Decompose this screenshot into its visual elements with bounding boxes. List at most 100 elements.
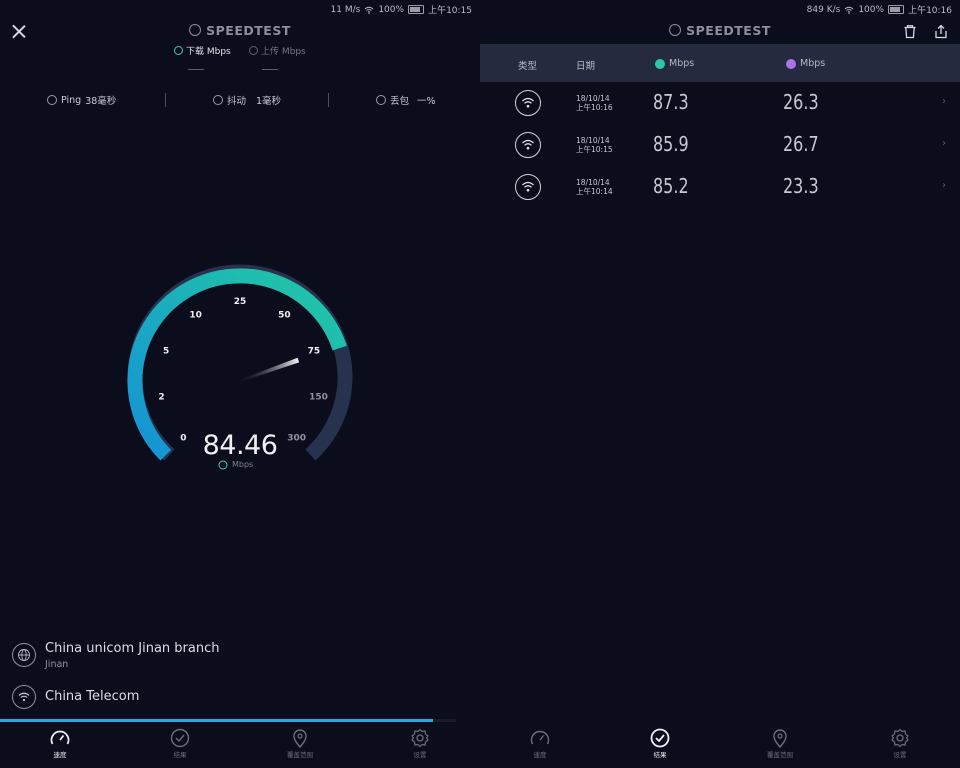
test-progress-fill — [0, 719, 434, 722]
bottom-nav: 速度 结果 覆盖范围 设置 — [0, 724, 480, 768]
nav-speed[interactable]: 速度 — [510, 724, 570, 759]
chevron-right-icon: › — [942, 138, 946, 149]
check-circle-icon — [170, 728, 190, 748]
gauge-tick-label: 75 — [308, 346, 321, 356]
download-value-placeholder — [188, 69, 204, 70]
tab-upload[interactable]: 上传 Mbps — [249, 44, 306, 57]
wifi-icon — [515, 90, 541, 116]
result-row[interactable]: 18/10/14 上午10:15 85.9 26.7 › — [480, 124, 960, 166]
col-download-label: Mbps — [669, 58, 695, 69]
ping-icon — [47, 95, 57, 105]
gear-icon — [411, 728, 429, 748]
server-selector[interactable]: China unicom Jinan branch Jinan — [12, 641, 219, 670]
ping-value: 38毫秒 — [85, 96, 117, 107]
nav-coverage-label: 覆盖范围 — [767, 751, 793, 759]
battery-icon — [888, 5, 905, 14]
result-date-time: 上午10:16 — [576, 103, 613, 112]
result-date: 18/10/14 上午10:14 — [576, 178, 613, 196]
gauge-speed-value: 84.46 — [203, 430, 278, 461]
nav-coverage[interactable]: 覆盖范围 — [750, 724, 810, 759]
result-upload: 26.7 — [783, 132, 819, 156]
speed-test-screen: 11 M/s 100% 上午10:15 SPEEDTEST 下载 Mbps 上传… — [0, 0, 480, 768]
battery-percent: 100% — [858, 4, 885, 15]
gauge-tick-label: 0 — [180, 434, 186, 444]
nav-settings[interactable]: 设置 — [390, 724, 450, 759]
jitter-icon — [213, 95, 223, 105]
nav-speed-label: 速度 — [533, 751, 547, 759]
share-icon[interactable] — [934, 24, 948, 39]
wifi-icon — [515, 174, 541, 200]
gear-icon — [891, 728, 909, 748]
upload-arrow-icon — [786, 58, 796, 69]
wifi-status-icon — [845, 6, 854, 14]
result-date-time: 上午10:15 — [576, 145, 613, 154]
nav-results-label: 结果 — [653, 751, 667, 759]
provider-name: China Telecom — [45, 689, 140, 704]
network-speed: 849 K/s — [806, 4, 841, 15]
network-speed: 11 M/s — [330, 4, 361, 15]
speed-gauge: 02510255075150300 84.46 Mbps — [127, 264, 353, 470]
gauge-tick-label: 150 — [309, 393, 328, 403]
col-type[interactable]: 类型 — [518, 58, 537, 72]
speedometer-icon — [530, 730, 550, 745]
nav-results[interactable]: 结果 — [150, 724, 210, 759]
nav-results[interactable]: 结果 — [630, 724, 690, 759]
packet-loss-metric: 丢包 一% — [376, 93, 436, 107]
nav-coverage-label: 覆盖范围 — [287, 751, 313, 759]
jitter-metric: 抖动 1毫秒 — [213, 93, 281, 107]
nav-speed[interactable]: 速度 — [30, 724, 90, 759]
tab-download[interactable]: 下载 Mbps — [174, 44, 231, 57]
packet-loss-icon — [376, 95, 386, 105]
divider — [165, 93, 166, 107]
server-city: Jinan — [45, 659, 69, 670]
result-row[interactable]: 18/10/14 上午10:14 85.2 23.3 › — [480, 166, 960, 208]
gauge-needle — [232, 357, 300, 385]
col-date[interactable]: 日期 — [576, 58, 595, 72]
trash-icon[interactable] — [903, 24, 917, 39]
gauge-tick-label: 25 — [234, 297, 247, 307]
col-download[interactable]: Mbps — [655, 58, 694, 69]
result-date: 18/10/14 上午10:15 — [576, 136, 613, 154]
gauge-tick-label: 10 — [189, 311, 202, 321]
result-download: 87.3 — [653, 90, 689, 114]
chevron-right-icon: › — [942, 96, 946, 107]
server-name: China unicom Jinan branch — [45, 641, 220, 656]
result-upload: 26.3 — [783, 90, 819, 114]
status-bar: 11 M/s 100% 上午10:15 — [330, 3, 472, 17]
packet-loss-label: 丢包 — [390, 96, 410, 107]
gauge-tick-label: 5 — [163, 346, 169, 356]
nav-settings[interactable]: 设置 — [870, 724, 930, 759]
col-upload[interactable]: Mbps — [786, 58, 825, 69]
wifi-icon — [12, 685, 36, 709]
nav-coverage[interactable]: 覆盖范围 — [270, 724, 330, 759]
provider-row: China Telecom — [12, 685, 139, 709]
ping-metric: Ping 38毫秒 — [47, 93, 116, 107]
jitter-value: 1毫秒 — [256, 96, 282, 107]
gauge-tick-label: 50 — [278, 311, 291, 321]
battery-icon — [408, 5, 425, 14]
result-date-day: 18/10/14 — [576, 178, 610, 187]
download-icon — [174, 46, 183, 55]
check-circle-icon — [650, 728, 670, 748]
result-upload: 23.3 — [783, 174, 819, 198]
upload-icon — [249, 46, 258, 55]
gauge-unit: Mbps — [232, 460, 253, 469]
nav-speed-label: 速度 — [53, 751, 67, 759]
result-date-day: 18/10/14 — [576, 94, 610, 103]
result-download: 85.9 — [653, 132, 689, 156]
gauge-tick-label: 2 — [158, 393, 164, 403]
results-screen: 849 K/s 100% 上午10:16 SPEEDTEST 类型 日期 Mbp… — [480, 0, 960, 768]
test-progress-bar — [0, 719, 456, 722]
divider — [328, 93, 329, 107]
chevron-right-icon: › — [942, 180, 946, 191]
result-row[interactable]: 18/10/14 上午10:16 87.3 26.3 › — [480, 82, 960, 124]
wifi-icon — [515, 132, 541, 158]
bottom-nav: 速度 结果 覆盖范围 设置 — [480, 724, 960, 768]
map-pin-icon — [293, 729, 307, 748]
map-pin-icon — [773, 729, 787, 748]
battery-percent: 100% — [378, 4, 405, 15]
packet-loss-value: 一% — [417, 96, 436, 107]
result-date: 18/10/14 上午10:16 — [576, 94, 613, 112]
result-download: 85.2 — [653, 174, 689, 198]
ping-label: Ping — [61, 94, 82, 106]
